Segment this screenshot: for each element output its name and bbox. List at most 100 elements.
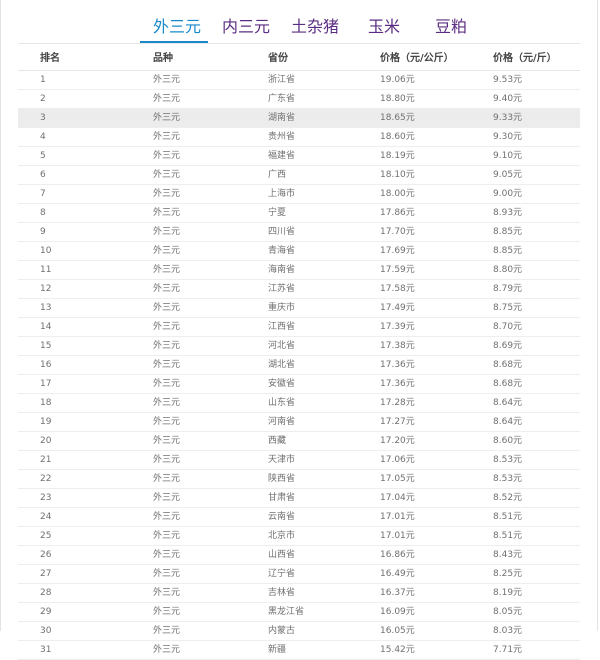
cell-province: 西藏	[268, 436, 287, 446]
tab-doupo[interactable]: 豆粕	[435, 17, 467, 37]
cell-variety: 外三元	[153, 588, 181, 598]
cell-rank: 26	[40, 550, 52, 560]
cell-variety: 外三元	[153, 170, 181, 180]
header-price-jin: 价格（元/斤）	[493, 53, 557, 64]
cell-price-kg: 15.42元	[380, 645, 415, 655]
cell-price-jin: 8.60元	[493, 436, 523, 446]
cell-rank: 24	[40, 512, 52, 522]
cell-province: 四川省	[268, 227, 296, 237]
cell-price-jin: 8.19元	[493, 588, 523, 598]
cell-province: 河南省	[268, 417, 296, 427]
table-row: 30 外三元 内蒙古 16.05元 8.03元	[18, 622, 580, 641]
cell-variety: 外三元	[153, 569, 181, 579]
cell-variety: 外三元	[153, 341, 181, 351]
cell-variety: 外三元	[153, 512, 181, 522]
table-row: 31 外三元 新疆 15.42元 7.71元	[18, 641, 580, 660]
table-row: 12 外三元 江苏省 17.58元 8.79元	[18, 280, 580, 299]
cell-price-jin: 8.53元	[493, 474, 523, 484]
cell-price-jin: 8.25元	[493, 569, 523, 579]
table-row: 16 外三元 湖北省 17.36元 8.68元	[18, 356, 580, 375]
cell-variety: 外三元	[153, 303, 181, 313]
cell-price-kg: 18.19元	[380, 151, 415, 161]
table-row: 1 外三元 浙江省 19.06元 9.53元	[18, 71, 580, 90]
cell-variety: 外三元	[153, 474, 181, 484]
cell-province: 重庆市	[268, 303, 296, 313]
cell-variety: 外三元	[153, 436, 181, 446]
header-variety: 品种	[153, 53, 173, 64]
cell-variety: 外三元	[153, 379, 181, 389]
cell-price-kg: 18.10元	[380, 170, 415, 180]
cell-variety: 外三元	[153, 531, 181, 541]
cell-price-kg: 17.36元	[380, 379, 415, 389]
cell-rank: 4	[40, 132, 46, 142]
cell-variety: 外三元	[153, 75, 181, 85]
table-row: 17 外三元 安徽省 17.36元 8.68元	[18, 375, 580, 394]
cell-price-kg: 17.04元	[380, 493, 415, 503]
tab-tuzazhu[interactable]: 土杂猪	[291, 17, 339, 37]
cell-rank: 22	[40, 474, 52, 484]
cell-variety: 外三元	[153, 360, 181, 370]
cell-province: 山西省	[268, 550, 296, 560]
tab-waisanyuan[interactable]: 外三元	[153, 17, 201, 37]
table-row: 26 外三元 山西省 16.86元 8.43元	[18, 546, 580, 565]
cell-province: 上海市	[268, 189, 296, 199]
cell-province: 海南省	[268, 265, 296, 275]
table-row: 5 外三元 福建省 18.19元 9.10元	[18, 147, 580, 166]
tab-yumi[interactable]: 玉米	[368, 17, 400, 37]
cell-price-kg: 17.27元	[380, 417, 415, 427]
cell-price-jin: 8.80元	[493, 265, 523, 275]
table-row: 25 外三元 北京市 17.01元 8.51元	[18, 527, 580, 546]
header-rank: 排名	[40, 53, 60, 64]
cell-price-jin: 9.33元	[493, 113, 523, 123]
cell-price-kg: 17.36元	[380, 360, 415, 370]
cell-price-kg: 17.70元	[380, 227, 415, 237]
cell-price-jin: 7.71元	[493, 645, 523, 655]
table-row: 22 外三元 陕西省 17.05元 8.53元	[18, 470, 580, 489]
table-row: 7 外三元 上海市 18.00元 9.00元	[18, 185, 580, 204]
cell-province: 广西	[268, 170, 287, 180]
cell-rank: 30	[40, 626, 52, 636]
table-row: 27 外三元 辽宁省 16.49元 8.25元	[18, 565, 580, 584]
cell-rank: 5	[40, 151, 46, 161]
cell-variety: 外三元	[153, 265, 181, 275]
category-tabs: 外三元 内三元 土杂猪 玉米 豆粕	[0, 0, 600, 44]
cell-price-jin: 8.85元	[493, 246, 523, 256]
cell-price-kg: 17.01元	[380, 531, 415, 541]
cell-price-kg: 17.06元	[380, 455, 415, 465]
cell-variety: 外三元	[153, 398, 181, 408]
cell-rank: 28	[40, 588, 52, 598]
cell-variety: 外三元	[153, 189, 181, 199]
tab-neisanyuan[interactable]: 内三元	[222, 17, 270, 37]
table-row: 10 外三元 青海省 17.69元 8.85元	[18, 242, 580, 261]
cell-price-jin: 9.05元	[493, 170, 523, 180]
cell-rank: 9	[40, 227, 46, 237]
cell-province: 云南省	[268, 512, 296, 522]
cell-rank: 6	[40, 170, 46, 180]
cell-province: 宁夏	[268, 208, 287, 218]
cell-province: 新疆	[268, 645, 287, 655]
cell-price-kg: 19.06元	[380, 75, 415, 85]
cell-price-jin: 8.51元	[493, 531, 523, 541]
cell-province: 北京市	[268, 531, 296, 541]
cell-price-kg: 16.37元	[380, 588, 415, 598]
cell-rank: 7	[40, 189, 46, 199]
cell-variety: 外三元	[153, 550, 181, 560]
cell-rank: 20	[40, 436, 52, 446]
table-header: 排名 品种 省份 价格（元/公斤） 价格（元/斤）	[18, 48, 580, 71]
cell-price-kg: 16.86元	[380, 550, 415, 560]
cell-price-kg: 16.05元	[380, 626, 415, 636]
cell-variety: 外三元	[153, 493, 181, 503]
cell-price-jin: 9.40元	[493, 94, 523, 104]
cell-province: 辽宁省	[268, 569, 296, 579]
cell-rank: 2	[40, 94, 46, 104]
table-row: 4 外三元 贵州省 18.60元 9.30元	[18, 128, 580, 147]
cell-price-jin: 8.70元	[493, 322, 523, 332]
cell-price-kg: 17.38元	[380, 341, 415, 351]
cell-price-kg: 18.65元	[380, 113, 415, 123]
table-row: 19 外三元 河南省 17.27元 8.64元	[18, 413, 580, 432]
cell-price-kg: 17.58元	[380, 284, 415, 294]
table-row: 29 外三元 黑龙江省 16.09元 8.05元	[18, 603, 580, 622]
cell-price-jin: 9.53元	[493, 75, 523, 85]
cell-price-kg: 17.86元	[380, 208, 415, 218]
cell-variety: 外三元	[153, 227, 181, 237]
